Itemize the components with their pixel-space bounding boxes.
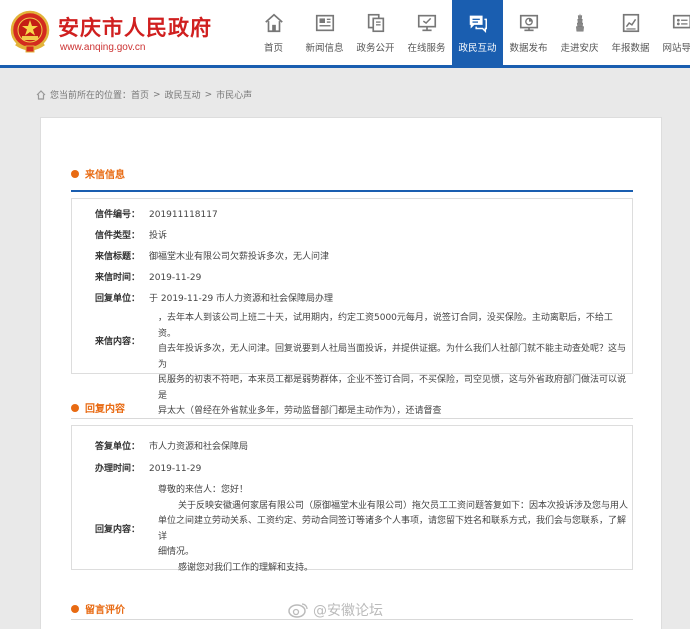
nav-label: 数据发布 [509, 42, 548, 54]
nav-icon [672, 14, 690, 28]
field-label: 信件类型： [94, 231, 140, 241]
breadcrumb-link-citizen-voice[interactable]: 市民心声 [216, 88, 252, 101]
chat-icon [469, 15, 487, 33]
nav-label: 走进安庆 [560, 42, 599, 54]
field-label: 回复内容： [94, 525, 140, 535]
nav-label: 网站导航 [662, 42, 690, 54]
letter-date-value: 2019-11-29 [149, 273, 202, 283]
nav-item-home[interactable]: 首页 [248, 0, 299, 65]
field-label: 信件编号： [94, 210, 140, 220]
breadcrumb-prefix: 您当前所在的位置： [50, 91, 132, 101]
text-line: 细情况。 [158, 547, 195, 557]
chart-icon [519, 14, 538, 31]
reply-content-text: 尊敬的来信人：您好！ 关于反映安徽遇何家居有限公司（原御福堂木业有限公司）拖欠员… [158, 483, 628, 576]
site-url: www.anqing.gov.cn [60, 42, 146, 53]
text-line: 自去年投诉多次，无人问津。回复说要到人社局当面投诉，并提供证据。为什么我们人社部… [158, 344, 627, 370]
breadcrumb: 您当前所在的位置： 首页 > 政民互动 > 市民心声 [36, 88, 252, 101]
letter-section-title: 来信信息 [85, 170, 125, 181]
nav-item-online-service[interactable]: 在线服务 [401, 0, 452, 65]
watermark-text: @安徽论坛 [313, 603, 383, 619]
letter-number-value: 201911118117 [149, 210, 218, 220]
field-label: 来信内容： [94, 337, 140, 347]
reply-content-label-row: 回复内容： [80, 521, 140, 539]
section-bullet-icon [71, 604, 79, 613]
letter-subject-value: 御福堂木业有限公司欠薪投诉多次，无人问津 [149, 252, 330, 262]
reply-unit-value: 市人力资源和社会保障局 [149, 442, 249, 452]
site-header: 安庆市人民政府 www.anqing.gov.cn 首页 新闻信息 政务公开 在… [0, 0, 690, 68]
nav-item-data-release[interactable]: 数据发布 [503, 0, 554, 65]
breadcrumb-separator: > [204, 89, 213, 100]
nav-label: 年报数据 [611, 42, 650, 54]
text-line: 民服务的初衷不符吧，本来员工都是弱势群体，企业不签订合同，不买保险，司空见惯，这… [158, 375, 627, 401]
letter-handling-row: 回复单位： 于 2019-11-29 市人力资源和社会保障局办理 [80, 290, 333, 308]
reply-box: 答复单位： 市人力资源和社会保障局 办理时间： 2019-11-29 回复内容：… [71, 425, 633, 573]
news-icon [315, 14, 334, 31]
nav-item-interaction[interactable]: 政民互动 [452, 0, 503, 65]
letter-subject-row: 来信标题： 御福堂木业有限公司欠薪投诉多次，无人问津 [80, 248, 329, 266]
documents-icon [367, 13, 384, 32]
letter-type-value: 投诉 [149, 231, 168, 241]
reply-greeting: 尊敬的来信人：您好！ [158, 485, 249, 495]
reply-unit-row: 答复单位： 市人力资源和社会保障局 [80, 438, 248, 456]
field-label: 答复单位： [94, 442, 140, 452]
text-line: 关于反映安徽遇何家居有限公司（原御福堂木业有限公司）拖欠员工工资问题答复如下：因… [178, 500, 629, 511]
nav-label: 政务公开 [356, 42, 395, 54]
tower-icon [575, 13, 584, 32]
comments-section-heading: 留言评价 [71, 601, 125, 616]
watermark: @安徽论坛 [287, 600, 383, 620]
breadcrumb-link-home[interactable]: 首页 [131, 88, 149, 101]
nav-label: 在线服务 [407, 42, 446, 54]
letter-content-text: ，去年本人到该公司上班二十天，试用期内，约定工资5000元每月，说签订合同，没买… [158, 311, 628, 420]
weibo-logo-icon [288, 603, 308, 618]
reply-closing: 感谢您对我们工作的理解和支持。 [178, 562, 314, 573]
letter-section-heading: 来信信息 [71, 166, 125, 181]
letter-type-row: 信件类型： 投诉 [80, 227, 167, 245]
content-panel: 来信信息 信件编号： 201911118117 信件类型： 投诉 来信标题： 御… [40, 117, 662, 629]
field-label: 办理时间： [94, 464, 140, 474]
text-line: 单位之间建立劳动关系、工资约定、劳动合同签订等诸多个人事项，请您留下姓名和联系方… [158, 516, 627, 542]
section-divider [71, 418, 633, 419]
report-icon [622, 13, 639, 32]
nav-item-about-anqing[interactable]: 走进安庆 [554, 0, 605, 65]
reply-section-title: 回复内容 [85, 404, 125, 415]
letter-date-row: 来信时间： 2019-11-29 [80, 269, 201, 287]
home-icon [264, 13, 283, 32]
nav-label: 首页 [263, 42, 283, 54]
section-bullet-icon [71, 403, 79, 412]
reply-date-row: 办理时间： 2019-11-29 [80, 460, 201, 478]
nav-item-gov-affairs[interactable]: 政务公开 [350, 0, 401, 65]
breadcrumb-separator: > [153, 89, 161, 100]
main-nav: 首页 新闻信息 政务公开 在线服务 政民互动 数据发布 走进安庆 年报数据 网站… [248, 0, 690, 65]
field-label: 来信标题： [94, 252, 140, 262]
nav-item-news[interactable]: 新闻信息 [299, 0, 350, 65]
nav-item-annual-report[interactable]: 年报数据 [605, 0, 656, 65]
comments-section-title: 留言评价 [85, 605, 125, 616]
field-label: 来信时间： [94, 273, 140, 283]
reply-section-heading: 回复内容 [71, 400, 125, 415]
site-title[interactable]: 安庆市人民政府 [58, 12, 212, 42]
letter-handling-value: 于 2019-11-29 市人力资源和社会保障局办理 [149, 294, 334, 304]
field-label: 回复单位： [94, 294, 140, 304]
letter-info-box: 信件编号： 201911118117 信件类型： 投诉 来信标题： 御福堂木业有… [71, 198, 633, 416]
section-divider [71, 190, 633, 192]
letter-number-row: 信件编号： 201911118117 [80, 206, 218, 224]
breadcrumb-link-interaction[interactable]: 政民互动 [165, 88, 201, 101]
nav-label: 政民互动 [458, 42, 497, 54]
nav-label: 新闻信息 [305, 42, 344, 54]
text-line: ，去年本人到该公司上班二十天，试用期内，约定工资5000元每月，说签订合同，没买… [158, 313, 613, 339]
nav-item-site-nav[interactable]: 网站导航 [656, 0, 690, 65]
national-emblem-icon [10, 10, 50, 53]
letter-content-label-row: 来信内容： [80, 333, 140, 351]
reply-date-value: 2019-11-29 [149, 464, 202, 474]
section-bullet-icon [71, 169, 79, 178]
location-home-icon [36, 89, 46, 100]
monitor-icon [417, 14, 436, 31]
